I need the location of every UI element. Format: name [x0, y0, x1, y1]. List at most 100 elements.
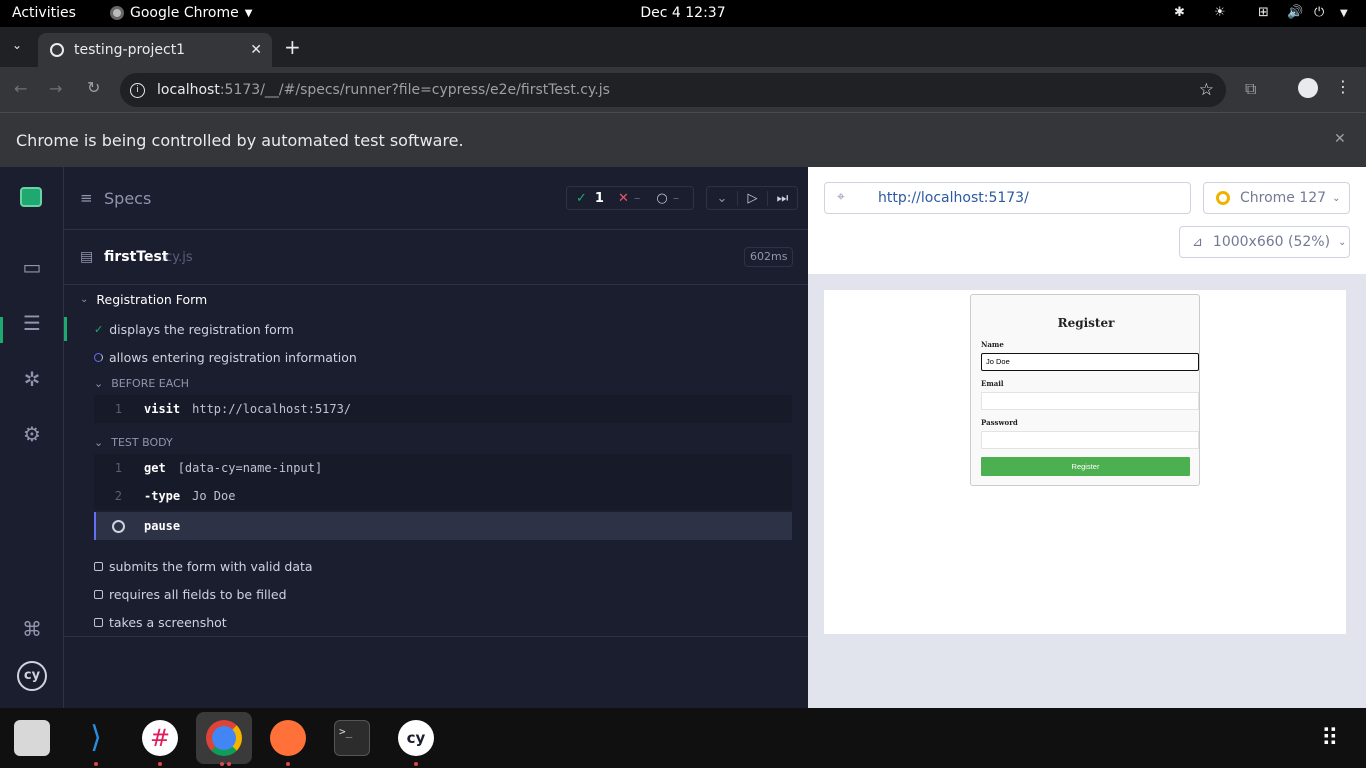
- test-row-pending[interactable]: takes a screenshot: [94, 615, 227, 630]
- command-number: 2: [114, 489, 122, 503]
- suite-title: Registration Form: [96, 292, 208, 307]
- test-row-pending[interactable]: requires all fields to be filled: [94, 587, 287, 602]
- test-row-running[interactable]: allows entering registration information: [94, 350, 357, 365]
- runs-icon[interactable]: ▭: [18, 253, 46, 281]
- reporter-header: ≡ Specs ✓ 1 ✕ – ○ – ⌄ ▷ ⏭: [64, 167, 808, 230]
- name-input[interactable]: Jo Doe: [981, 353, 1199, 371]
- settings-gear-icon[interactable]: ⚙: [18, 420, 46, 448]
- cypress-logo-icon[interactable]: cy: [17, 661, 47, 691]
- email-input[interactable]: [981, 392, 1199, 410]
- cypress-app-icon[interactable]: cy: [398, 720, 434, 756]
- chrome-app-icon[interactable]: [206, 720, 242, 756]
- running-indicator: [414, 762, 418, 766]
- aut-url-bar[interactable]: ⌖ http://localhost:5173/: [824, 182, 1191, 214]
- bookmark-star-icon[interactable]: ☆: [1199, 80, 1214, 100]
- viewport-selector[interactable]: ⊿ 1000x660 (52%) ⌄: [1179, 226, 1350, 258]
- chevron-down-icon: ⌄: [1338, 236, 1347, 248]
- extensions-icon[interactable]: ⧉: [1245, 79, 1256, 99]
- command-spinner-icon: [96, 519, 144, 533]
- aut-iframe: Register Name Jo Doe Email Password Regi…: [824, 290, 1346, 634]
- register-form: Register Name Jo Doe Email Password Regi…: [970, 294, 1200, 486]
- test-title: takes a screenshot: [109, 615, 227, 630]
- forward-arrow-icon[interactable]: →: [49, 79, 62, 98]
- debug-bug-icon[interactable]: ✲: [18, 365, 46, 393]
- resume-play-icon[interactable]: ▷: [737, 190, 767, 206]
- power-icon[interactable]: ⏻: [1314, 5, 1324, 20]
- command-name: get: [144, 461, 166, 475]
- slack-app-icon[interactable]: #: [142, 720, 178, 756]
- profile-avatar-icon[interactable]: [1298, 78, 1318, 98]
- running-indicator: [220, 762, 224, 766]
- weather-icon[interactable]: ☀: [1214, 5, 1226, 20]
- aut-url: http://localhost:5173/: [878, 190, 1029, 206]
- chrome-menu-icon[interactable]: ⋮: [1335, 77, 1351, 96]
- command-name: pause: [144, 519, 181, 533]
- chevron-down-icon: ⌄: [1332, 192, 1341, 204]
- site-info-icon[interactable]: i: [130, 82, 145, 98]
- new-tab-plus-icon[interactable]: +: [284, 35, 301, 59]
- dock: ⟩ # >_ cy ⠿: [0, 708, 1366, 768]
- reload-icon[interactable]: ↻: [87, 78, 100, 97]
- network-app-icon[interactable]: ✱: [1174, 5, 1185, 20]
- cypress-reporter: ≡ Specs ✓ 1 ✕ – ○ – ⌄ ▷ ⏭ ▤ firstTest .c…: [64, 167, 808, 708]
- infobar-text: Chrome is being controlled by automated …: [16, 131, 464, 150]
- run-controls: ⌄ ▷ ⏭: [706, 186, 798, 210]
- show-apps-grid-icon[interactable]: ⠿: [1321, 724, 1339, 752]
- vscode-app-icon[interactable]: ⟩: [78, 720, 114, 756]
- infobar-close-icon[interactable]: ✕: [1334, 131, 1346, 147]
- password-input[interactable]: [981, 431, 1199, 449]
- close-tab-icon[interactable]: ✕: [250, 42, 262, 58]
- password-label: Password: [981, 418, 1018, 427]
- hook-chevron-icon: ⌄: [94, 436, 104, 449]
- spec-duration-badge: 602ms: [744, 247, 794, 267]
- chrome-logo-icon: [1216, 191, 1230, 205]
- test-title: requires all fields to be filled: [109, 587, 287, 602]
- browser-tab[interactable]: testing-project1 ✕: [38, 33, 272, 67]
- divider: [64, 284, 808, 285]
- viewport-label: 1000x660 (52%): [1212, 234, 1331, 250]
- browser-label: Chrome 127: [1240, 190, 1327, 206]
- collapse-chevron-icon[interactable]: ⌄: [707, 191, 737, 206]
- clock[interactable]: Dec 4 12:37: [0, 5, 1366, 21]
- hook-test-body[interactable]: ⌄ TEST BODY: [94, 436, 173, 449]
- running-indicator: [286, 762, 290, 766]
- specs-label[interactable]: Specs: [104, 189, 151, 208]
- specs-toggle-icon[interactable]: ≡: [80, 189, 93, 207]
- browser-selector[interactable]: Chrome 127 ⌄: [1203, 182, 1350, 214]
- hook-before-each[interactable]: ⌄ BEFORE EACH: [94, 377, 189, 390]
- test-row-pending[interactable]: submits the form with valid data: [94, 559, 313, 574]
- step-next-icon[interactable]: ⏭: [767, 190, 797, 206]
- test-row-passed[interactable]: ✓ displays the registration form: [94, 322, 294, 337]
- test-pending-icon: [94, 618, 103, 627]
- passed-count: 1: [594, 190, 604, 206]
- system-menu-caret-icon[interactable]: ▼: [1340, 8, 1348, 19]
- terminal-app-icon[interactable]: >_: [334, 720, 370, 756]
- form-title: Register: [1057, 316, 1115, 330]
- command-row[interactable]: 1 visit http://localhost:5173/: [94, 395, 792, 423]
- back-arrow-icon[interactable]: ←: [14, 79, 27, 98]
- project-logo-icon[interactable]: [20, 187, 42, 207]
- command-arg: [data-cy=name-input]: [177, 461, 323, 475]
- firefox-app-icon[interactable]: [270, 720, 306, 756]
- command-row[interactable]: 1 get [data-cy=name-input]: [94, 454, 792, 482]
- spec-file-name: firstTest: [104, 249, 169, 265]
- name-label: Name: [981, 340, 1004, 349]
- browser-tab-strip: ⌄ testing-project1 ✕ +: [0, 27, 1366, 67]
- network-icon[interactable]: ⊞: [1258, 5, 1269, 20]
- command-row[interactable]: 2 -type Jo Doe: [94, 482, 792, 510]
- divider: [64, 636, 808, 637]
- command-row-active[interactable]: pause: [94, 512, 792, 540]
- suite-row[interactable]: ⌄ Registration Form: [80, 292, 207, 307]
- specs-list-icon[interactable]: ☰: [18, 309, 46, 337]
- url-host: localhost: [157, 82, 220, 98]
- keyboard-shortcuts-icon[interactable]: ⌘: [18, 615, 46, 643]
- selector-playground-icon[interactable]: ⌖: [837, 189, 845, 205]
- volume-icon[interactable]: 🔊: [1287, 5, 1303, 20]
- files-app-icon[interactable]: [14, 720, 50, 756]
- register-submit-button[interactable]: Register: [981, 457, 1190, 476]
- address-bar[interactable]: i localhost:5173/__/#/specs/runner?file=…: [120, 73, 1226, 107]
- tab-favicon-icon: [50, 43, 64, 57]
- tab-search-chevron-icon[interactable]: ⌄: [12, 38, 22, 52]
- test-pending-icon: [94, 590, 103, 599]
- tab-title: testing-project1: [74, 42, 186, 58]
